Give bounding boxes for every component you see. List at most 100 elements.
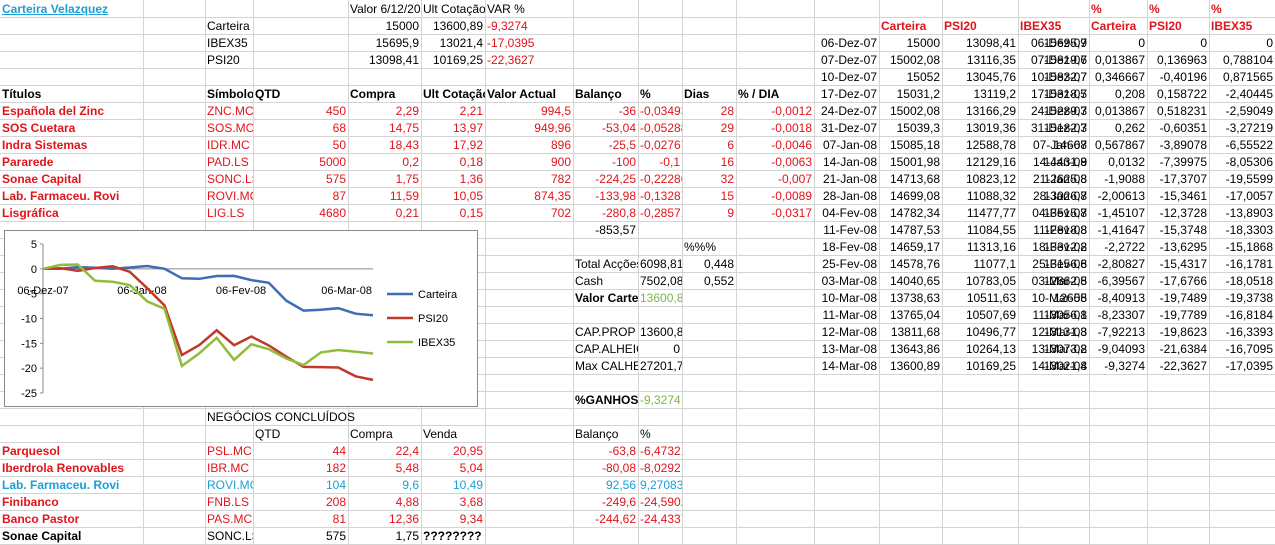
pct-history-value: -8,23307 (1097, 308, 1145, 322)
closed-cell: 4,88 (395, 495, 419, 509)
closed-cell: 5,04 (459, 461, 483, 475)
holding-cell: -133,98 (595, 189, 636, 203)
history-value: 11088,32 (966, 189, 1016, 203)
history-value: 14659,17 (889, 240, 940, 254)
holding-cell: 1,36 (459, 172, 483, 186)
holding-cell: IDR.MC (207, 138, 250, 152)
closed-cell: -24,5902 (640, 495, 682, 509)
holding-cell: PAD.LS (207, 155, 249, 169)
performance-chart[interactable]: 5 0 -5 -10 -15 -20 -25 06-Dez-07 06-Jan-08 06-Fev… (4, 230, 478, 407)
history-value: 13098,41 (965, 36, 1016, 50)
history-date: 31-Dez-07 (820, 121, 877, 135)
legend-label: PSI20 (418, 313, 448, 325)
closed-cell: 104 (325, 478, 346, 492)
pct-history-value: -8,05306 (1225, 155, 1273, 169)
pct-history-value: 0,567867 (1094, 138, 1145, 152)
pct-history-header: IBEX35 (1211, 19, 1253, 33)
pct-history-value: -17,6766 (1159, 274, 1207, 288)
pct-history-date: 03-Mar-08 (1031, 274, 1087, 288)
gridline-horizontal (0, 408, 1275, 409)
holding-cell: 949,96 (534, 121, 571, 135)
pct-history-value: -16,3393 (1225, 325, 1273, 339)
pct-history-value: -7,92213 (1097, 325, 1145, 339)
closed-cell: IBR.MC (207, 461, 249, 475)
closed-cell (573, 528, 638, 544)
pct-history-value: 0,346667 (1094, 70, 1145, 84)
pct-history-value: -9,3274 (1104, 359, 1145, 373)
pct-history-value: -19,3738 (1225, 291, 1273, 305)
history-date: 04-Fev-08 (822, 206, 877, 220)
holding-cell: -0,05288 (640, 121, 682, 135)
history-date: 13-Mar-08 (821, 342, 877, 356)
holdings-header: Dias (684, 87, 710, 101)
totals-value: 27201,78 (640, 359, 682, 373)
holding-cell: 13,97 (452, 121, 483, 135)
history-value: 11084,55 (966, 223, 1016, 237)
pct-history-value: 0,262 (1114, 121, 1145, 135)
pct-history-date: 07-Dez-07 (1030, 53, 1087, 67)
pct-history-date: 06-Dez-07 (1030, 36, 1087, 50)
totals-value: 7502,08 (640, 274, 682, 288)
portfolio-title-link[interactable]: Carteira Velazquez (0, 1, 143, 17)
spreadsheet[interactable]: Carteira VelazquezValor 6/12/2007Ult Cot… (0, 0, 1275, 545)
history-value: 13166,29 (965, 104, 1016, 118)
pct-history-date: 13-Mar-08 (1031, 342, 1087, 356)
pct-history-value: -21,6384 (1159, 342, 1207, 356)
history-value: 10169,25 (965, 359, 1016, 373)
pct-history-date: 25-Fev-08 (1032, 257, 1087, 271)
closed-cell: 1,75 (395, 529, 419, 543)
history-value: 10783,05 (965, 274, 1016, 288)
holding-cell: 900 (550, 155, 571, 169)
pct-history-value: -2,2722 (1104, 240, 1145, 254)
holdings-header: Valor Actual (487, 87, 556, 101)
pct-history-header-top: % (1149, 2, 1160, 16)
y-tick-label: -10 (21, 314, 37, 326)
holding-cell: 11,59 (389, 189, 419, 203)
history-date: 24-Dez-07 (820, 104, 877, 118)
closed-name: Lab. Farmaceu. Rovi (2, 478, 120, 492)
pct-history-value: 0,871565 (1222, 70, 1273, 84)
closed-cell: -6,47321 (640, 444, 682, 458)
holding-cell: 4680 (319, 206, 346, 220)
pct-history-value: 0,158722 (1156, 87, 1207, 101)
pct-history-value: -2,40445 (1225, 87, 1273, 101)
totals-pct: 0,448 (703, 257, 734, 271)
closed-name: Parquesol (2, 444, 61, 458)
summary-var: -17,0395 (487, 36, 535, 50)
pct-history-date: 18-Fev-08 (1032, 240, 1087, 254)
pct-history-date: 12-Mar-08 (1031, 325, 1087, 339)
summary-valor: 13098,41 (368, 53, 419, 67)
pct-history-date: 24-Dez-07 (1030, 104, 1087, 118)
pct-history-value: -13,8903 (1225, 206, 1273, 220)
holding-cell: -0,0046 (771, 138, 812, 152)
holdings-header: Balanço (575, 87, 622, 101)
holding-cell: 2,21 (459, 104, 483, 118)
closed-header: Compra (350, 427, 393, 441)
holding-cell: -36 (618, 104, 636, 118)
x-tick-label: 06-Dez-07 (17, 285, 68, 297)
closed-cell: 182 (325, 461, 346, 475)
x-tick-label: 06-Mar-08 (321, 285, 372, 297)
holding-cell: 10,05 (452, 189, 483, 203)
holding-cell: -0,22286 (640, 172, 682, 186)
closed-header: QTD (255, 427, 281, 441)
history-date: 12-Mar-08 (821, 325, 877, 339)
history-value: 11077,1 (973, 257, 1017, 271)
history-value: 13600,89 (889, 359, 940, 373)
holding-cell: 0,21 (395, 206, 419, 220)
history-value: 14787,53 (889, 223, 940, 237)
pct-history-value: 0,013867 (1094, 104, 1145, 118)
holding-cell: -0,0012 (771, 104, 812, 118)
pct-history-value: -3,27219 (1225, 121, 1273, 135)
holding-name: Indra Sistemas (2, 138, 88, 152)
holding-cell: 0,2 (402, 155, 419, 169)
pct-history-date: 04-Fev-08 (1032, 206, 1087, 220)
pct-history-value: -22,3627 (1159, 359, 1207, 373)
holding-cell: 994,5 (540, 104, 571, 118)
history-value: 15039,3 (896, 121, 940, 135)
history-value: 12129,16 (965, 155, 1016, 169)
closed-cell: 5,48 (395, 461, 419, 475)
closed-cell: 9,34 (459, 512, 483, 526)
holding-cell: -0,13287 (640, 189, 682, 203)
history-value: 13119,2 (973, 87, 1017, 101)
